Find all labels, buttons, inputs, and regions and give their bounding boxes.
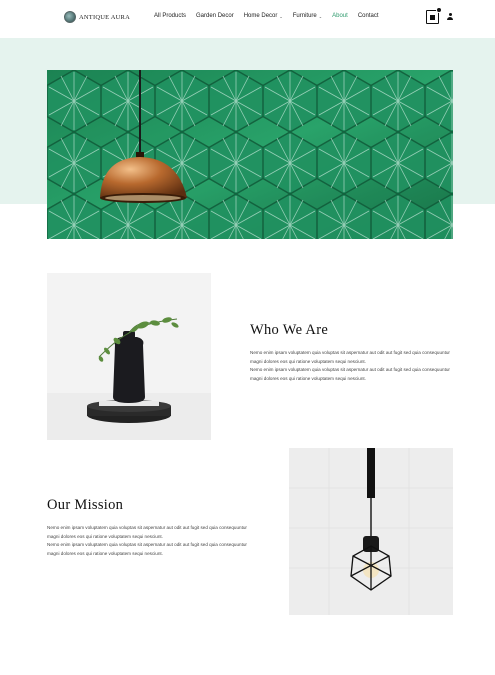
nav-label: Contact <box>357 13 379 19</box>
nav-item-contact[interactable]: Contact <box>358 13 379 19</box>
shopping-bag-icon[interactable] <box>426 7 442 24</box>
who-we-are-heading: Who We Are <box>250 322 329 338</box>
who-paragraph-1: Nemo enim ipsam voluptatem quia voluptas… <box>250 350 450 364</box>
user-icon-body <box>447 16 453 20</box>
logo-text: ANTIQUE AURA <box>79 13 130 21</box>
nav-label: Garden Decor <box>196 13 234 19</box>
our-mission-text: Nemo enim ipsam voluptatem quia voluptas… <box>47 524 252 558</box>
hero-image <box>47 70 453 239</box>
nav-item-about[interactable]: About <box>332 13 348 19</box>
who-we-are-text: Nemo enim ipsam voluptatem quia voluptas… <box>250 349 455 383</box>
bag-handle <box>430 15 435 20</box>
nav-label: All Products <box>154 13 187 19</box>
nav-item-all-products[interactable]: All Products <box>154 13 186 19</box>
logo-emblem-icon <box>64 11 76 23</box>
brand-logo[interactable]: ANTIQUE AURA <box>64 11 130 23</box>
nav-label: About <box>332 13 348 19</box>
nav-label: Furniture <box>292 13 317 19</box>
main-nav: All Products Garden Decor Home Decor ⌄ Fu… <box>154 13 379 19</box>
our-mission-heading: Our Mission <box>47 497 124 513</box>
vase-plant-image <box>47 273 211 440</box>
chevron-down-icon: ⌄ <box>279 13 283 19</box>
nav-label: Home Decor <box>243 13 278 19</box>
mission-paragraph-2: Nemo enim ipsam voluptatem quia voluptas… <box>47 542 247 556</box>
user-icon[interactable] <box>447 13 453 20</box>
cage-lamp-image <box>289 448 453 615</box>
nav-item-furniture[interactable]: Furniture ⌄ <box>293 13 322 19</box>
nav-item-home-decor[interactable]: Home Decor ⌄ <box>244 13 283 19</box>
vase-illustration <box>47 273 211 440</box>
user-icon-head <box>448 13 452 16</box>
cage-lamp-illustration <box>289 448 453 615</box>
mission-paragraph-1: Nemo enim ipsam voluptatem quia voluptas… <box>47 525 247 539</box>
hero-lamp-illustration <box>47 70 453 239</box>
site-header: ANTIQUE AURA All Products Garden Decor H… <box>0 0 495 38</box>
who-paragraph-2: Nemo enim ipsam voluptatem quia voluptas… <box>250 367 450 381</box>
nav-item-garden-decor[interactable]: Garden Decor <box>196 13 234 19</box>
chevron-down-icon: ⌄ <box>318 13 323 19</box>
cart-badge <box>436 7 442 13</box>
